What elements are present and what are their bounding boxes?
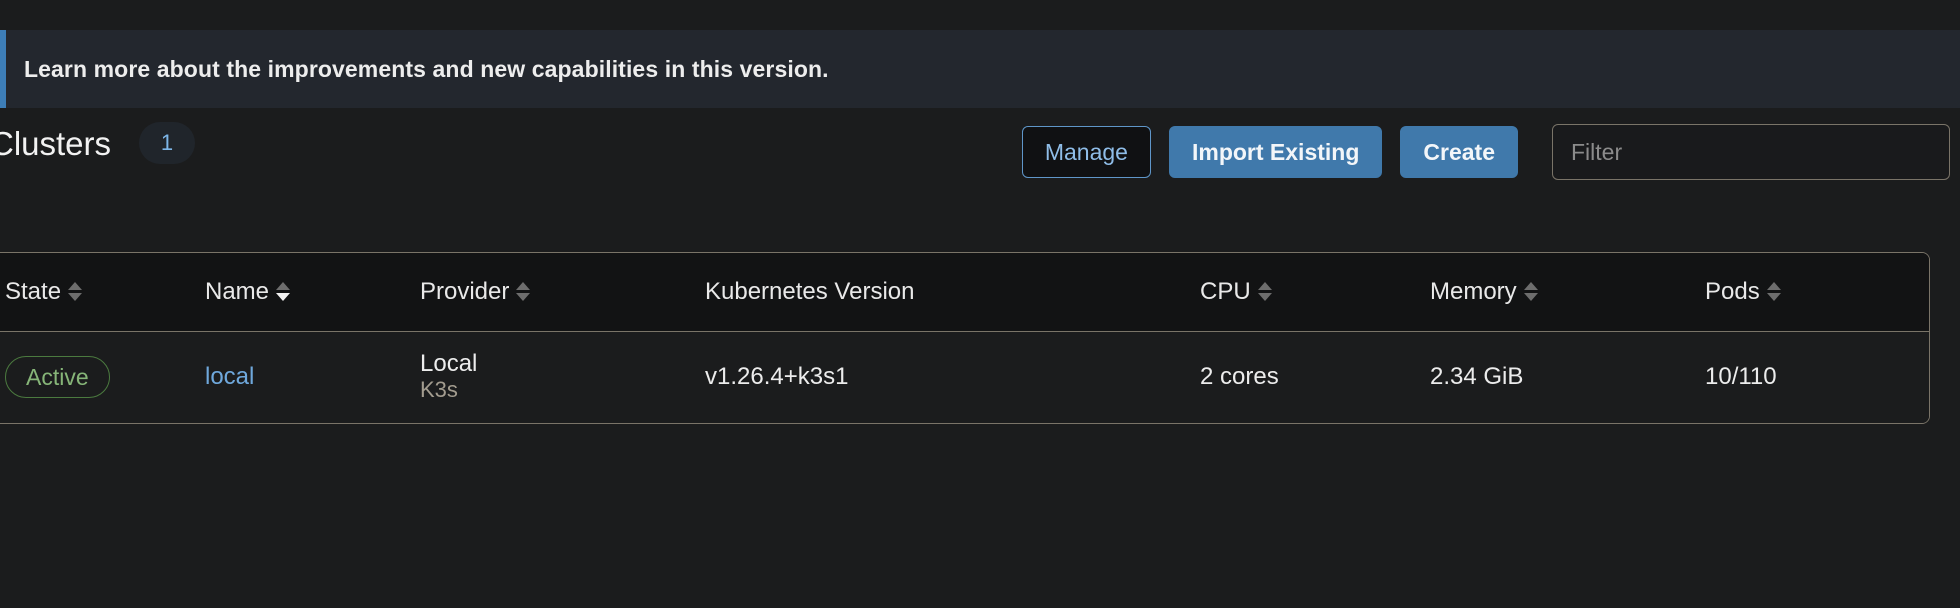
header-actions: Manage Import Existing Create <box>1021 124 1950 180</box>
cell-cpu: 2 cores <box>1200 363 1279 391</box>
cell-state: Active <box>0 331 191 423</box>
sort-icon[interactable] <box>1257 282 1272 302</box>
table-header-row: State Name Provider Kubernetes Version C… <box>0 253 1929 332</box>
status-badge: Active <box>5 356 110 399</box>
sort-icon[interactable] <box>516 282 531 302</box>
column-header-pods-label: Pods <box>1705 277 1760 305</box>
import-existing-button[interactable]: Import Existing <box>1168 126 1383 178</box>
cell-name: local <box>191 331 406 423</box>
cluster-count-badge: 1 <box>139 122 196 164</box>
cell-provider: Local K3s <box>406 331 691 423</box>
column-header-provider-label: Provider <box>420 277 510 305</box>
clusters-table: State Name Provider Kubernetes Version C… <box>0 252 1930 424</box>
column-header-kubernetes-version: Kubernetes Version <box>691 253 1186 332</box>
column-header-kubernetes-version-label: Kubernetes Version <box>705 277 915 305</box>
page-title: Clusters <box>0 124 112 162</box>
sort-icon[interactable] <box>1766 282 1781 302</box>
table-row[interactable]: Active local Local K3s v1.26.4+k3s1 2 co… <box>0 331 1929 423</box>
cell-kubernetes-version: v1.26.4+k3s1 <box>705 363 849 391</box>
cell-memory: 2.34 GiB <box>1430 363 1524 391</box>
provider-distribution: K3s <box>420 377 458 403</box>
page-header: Clusters 1 Manage Import Existing Create <box>0 108 1960 200</box>
column-header-state[interactable]: State <box>0 253 191 332</box>
column-header-name[interactable]: Name <box>191 253 406 332</box>
column-header-cpu-label: CPU <box>1200 277 1251 305</box>
column-header-pods[interactable]: Pods <box>1691 253 1929 332</box>
title-group: Clusters 1 <box>0 122 196 164</box>
column-header-memory-label: Memory <box>1430 277 1517 305</box>
provider-name: Local <box>420 349 478 377</box>
manage-button[interactable]: Manage <box>1021 126 1151 178</box>
column-header-cpu[interactable]: CPU <box>1186 253 1416 332</box>
sort-icon[interactable] <box>1523 282 1538 302</box>
column-header-state-label: State <box>5 277 62 305</box>
create-button[interactable]: Create <box>1400 126 1518 178</box>
sort-icon[interactable] <box>68 282 83 302</box>
sort-icon-active[interactable] <box>276 282 291 302</box>
cell-pods: 10/110 <box>1705 363 1777 391</box>
version-info-banner: Learn more about the improvements and ne… <box>0 30 1960 108</box>
column-header-provider[interactable]: Provider <box>406 253 691 332</box>
column-header-memory[interactable]: Memory <box>1416 253 1691 332</box>
column-header-name-label: Name <box>205 277 270 305</box>
filter-input[interactable] <box>1552 124 1950 180</box>
cluster-name-link[interactable]: local <box>205 363 254 390</box>
banner-message: Learn more about the improvements and ne… <box>24 55 829 82</box>
